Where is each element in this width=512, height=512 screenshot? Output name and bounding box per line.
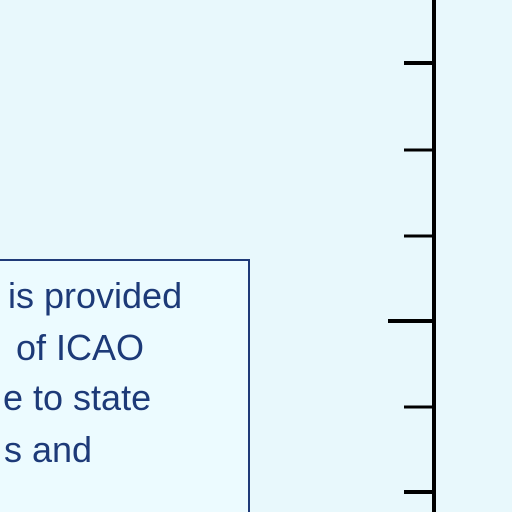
vertical-axis	[388, 0, 436, 512]
diagram-canvas: is provided of ICAO e to state s and	[0, 0, 512, 512]
